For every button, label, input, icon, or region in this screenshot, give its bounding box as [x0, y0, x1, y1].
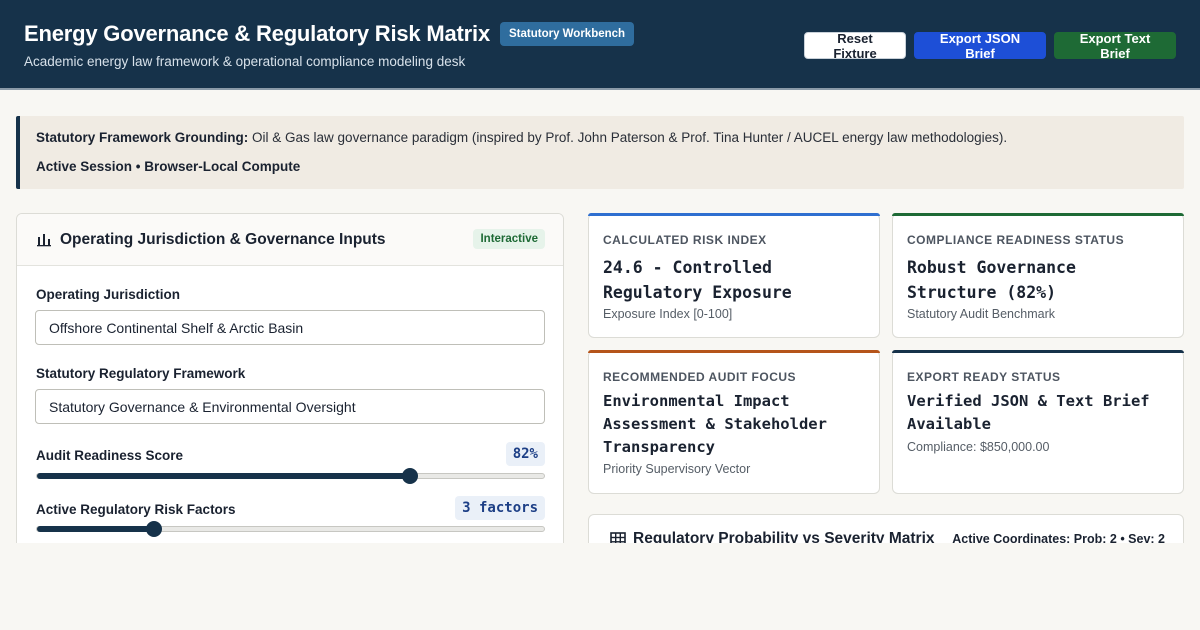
jurisdiction-select[interactable]: Offshore Continental Shelf & Arctic Basi…	[35, 310, 545, 345]
viewport-fold	[0, 543, 1200, 630]
inputs-panel: Operating Jurisdiction & Governance Inpu…	[16, 213, 564, 553]
risk-index-label: Calculated Risk Index	[603, 233, 767, 247]
risk-factors-value: 3 factors	[455, 496, 545, 520]
session-status: Active Session • Browser-Local Compute	[36, 159, 301, 174]
audit-focus-label: Recommended Audit Focus	[603, 370, 797, 384]
export-status-card: Export Ready Status Verified JSON & Text…	[892, 350, 1184, 494]
export-json-button[interactable]: Export JSON Brief	[914, 31, 1046, 61]
risk-index-value: 24.6 - Controlled Regulatory Exposure	[603, 258, 792, 302]
compliance-status-value: Robust Governance Structure (82%)	[907, 258, 1076, 302]
reset-fixture-button[interactable]: Reset Fixture	[804, 31, 906, 61]
export-status-label: Export Ready Status	[907, 370, 1061, 384]
audit-readiness-handle[interactable]	[401, 468, 418, 484]
export-status-sub: Compliance: $850,000.00	[907, 440, 1050, 454]
grounding-line: Statutory Framework Grounding: Oil & Gas…	[36, 130, 1007, 145]
jurisdiction-label: Operating Jurisdiction	[36, 287, 181, 302]
app-subtitle: Academic energy law framework & operatio…	[24, 54, 466, 69]
risk-index-sub: Exposure Index [0-100]	[603, 307, 733, 321]
audit-focus-sub: Priority Supervisory Vector	[603, 462, 751, 476]
framework-label: Statutory Regulatory Framework	[36, 366, 246, 381]
audit-focus-card: Recommended Audit Focus Environmental Im…	[588, 350, 880, 494]
interactive-badge: Interactive	[473, 229, 545, 249]
workbench-badge: Statutory Workbench	[499, 22, 635, 46]
audit-focus-value: Environmental Impact Assessment & Stakeh…	[603, 392, 827, 456]
framework-select[interactable]: Statutory Governance & Environmental Ove…	[35, 389, 545, 424]
export-status-accent	[892, 350, 1184, 353]
compliance-status-accent	[892, 213, 1184, 216]
risk-factors-label: Active Regulatory Risk Factors	[36, 502, 236, 517]
framework-grounding-banner: Statutory Framework Grounding: Oil & Gas…	[16, 116, 1184, 189]
risk-factors-slider[interactable]	[36, 521, 545, 537]
grounding-text: Oil & Gas law governance paradigm (inspi…	[252, 130, 1008, 145]
app-title: Energy Governance & Regulatory Risk Matr…	[24, 21, 490, 46]
compliance-status-card: Compliance Readiness Status Robust Gover…	[892, 213, 1184, 338]
audit-readiness-value: 82%	[505, 442, 545, 466]
app-header: Energy Governance & Regulatory Risk Matr…	[0, 0, 1200, 90]
audit-readiness-label: Audit Readiness Score	[36, 448, 184, 463]
audit-readiness-slider[interactable]	[36, 468, 545, 484]
audit-focus-accent	[588, 350, 880, 353]
inputs-panel-title: Operating Jurisdiction & Governance Inpu…	[60, 231, 386, 248]
compliance-status-sub: Statutory Audit Benchmark	[907, 307, 1055, 321]
risk-index-card: Calculated Risk Index 24.6 - Controlled …	[588, 213, 880, 338]
compliance-status-label: Compliance Readiness Status	[907, 233, 1125, 247]
risk-index-accent	[588, 213, 880, 216]
export-text-button[interactable]: Export Text Brief	[1054, 31, 1176, 61]
grounding-label: Statutory Framework Grounding:	[36, 130, 249, 145]
risk-factors-handle[interactable]	[145, 521, 162, 537]
risk-factors-fill	[37, 526, 154, 532]
bar-chart-icon	[37, 234, 51, 247]
title-row: Energy Governance & Regulatory Risk Matr…	[24, 21, 635, 47]
export-status-value: Verified JSON & Text Brief Available	[907, 392, 1150, 433]
audit-readiness-fill	[37, 473, 410, 479]
inputs-panel-header: Operating Jurisdiction & Governance Inpu…	[17, 214, 563, 266]
